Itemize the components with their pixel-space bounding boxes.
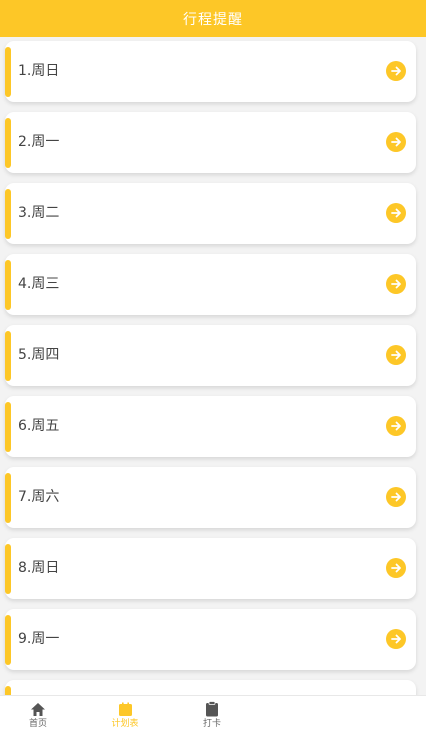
accent-bar: [5, 473, 11, 523]
list-item-label: 8.周日: [18, 560, 60, 576]
accent-bar: [5, 189, 11, 239]
list-item[interactable]: 2.周一: [5, 112, 416, 173]
list-item-label: 7.周六: [18, 489, 60, 505]
tab-label: 计划表: [111, 719, 139, 729]
list-item-label: 4.周三: [18, 276, 60, 292]
arrow-right-icon[interactable]: [386, 274, 406, 294]
list-item[interactable]: 3.周二: [5, 183, 416, 244]
accent-bar: [5, 47, 11, 97]
tab-checkin[interactable]: 打卡: [182, 700, 242, 732]
reminder-list: 1.周日 2.周一 3.周二 4.周三 5.周四 6.周五 7.周六 8.周日 …: [0, 37, 426, 695]
list-item[interactable]: 1.周日: [5, 41, 416, 102]
accent-bar: [5, 615, 11, 665]
list-item[interactable]: 4.周三: [5, 254, 416, 315]
list-item[interactable]: 7.周六: [5, 467, 416, 528]
tab-label: 首页: [28, 719, 47, 729]
list-item-label: 3.周二: [18, 205, 60, 221]
arrow-right-icon[interactable]: [386, 558, 406, 578]
accent-bar: [5, 331, 11, 381]
tab-schedule[interactable]: 计划表: [95, 700, 155, 732]
list-item[interactable]: 6.周五: [5, 396, 416, 457]
list-item[interactable]: 9.周一: [5, 609, 416, 670]
accent-bar: [5, 686, 11, 695]
app-header: 行程提醒: [0, 0, 426, 37]
accent-bar: [5, 544, 11, 594]
arrow-right-icon[interactable]: [386, 416, 406, 436]
arrow-right-icon[interactable]: [386, 132, 406, 152]
list-item-label: 9.周一: [18, 631, 60, 647]
arrow-right-icon[interactable]: [386, 487, 406, 507]
calendar-icon: [116, 700, 134, 718]
list-item[interactable]: 5.周四: [5, 325, 416, 386]
arrow-right-icon[interactable]: [386, 629, 406, 649]
accent-bar: [5, 260, 11, 310]
tab-home[interactable]: 首页: [8, 700, 68, 732]
tab-label: 打卡: [202, 719, 221, 729]
home-icon: [29, 700, 47, 718]
clipboard-icon: [203, 700, 221, 718]
list-item-label: 5.周四: [18, 347, 60, 363]
accent-bar: [5, 402, 11, 452]
arrow-right-icon[interactable]: [386, 61, 406, 81]
bottom-tab-bar: 首页 计划表 打卡: [0, 695, 426, 732]
list-item[interactable]: 8.周日: [5, 538, 416, 599]
arrow-right-icon[interactable]: [386, 203, 406, 223]
arrow-right-icon[interactable]: [386, 345, 406, 365]
list-item-label: 2.周一: [18, 134, 60, 150]
accent-bar: [5, 118, 11, 168]
list-item-partial[interactable]: [5, 680, 416, 695]
list-item-label: 6.周五: [18, 418, 60, 434]
list-item-label: 1.周日: [18, 63, 60, 79]
page-title: 行程提醒: [183, 11, 243, 28]
